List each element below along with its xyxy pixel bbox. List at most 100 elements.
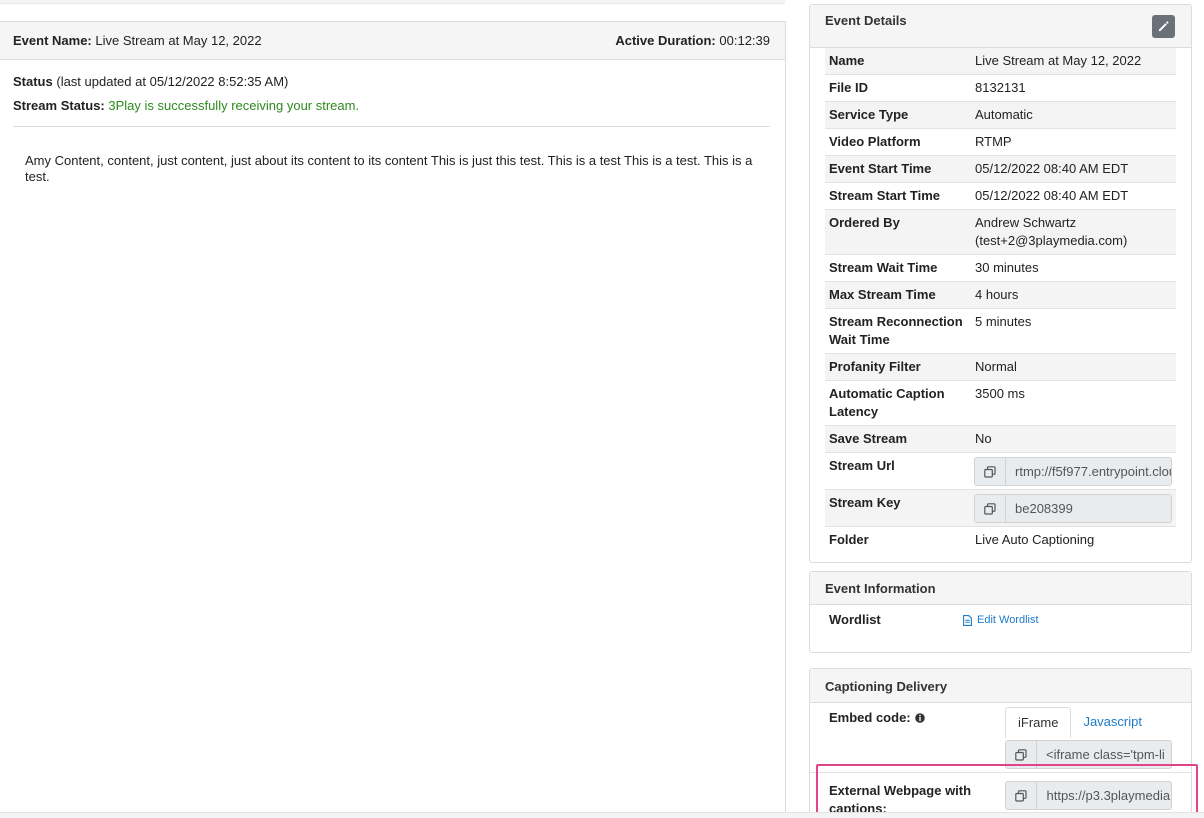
detail-row-profanity: Profanity Filter Normal	[825, 354, 1176, 381]
copy-stream-url-button[interactable]	[975, 458, 1006, 485]
stream-status-label: Stream Status:	[13, 98, 105, 113]
captioning-delivery-title: Captioning Delivery	[825, 679, 948, 694]
detail-value: Andrew Schwartz (test+2@3playmedia.com)	[975, 215, 1128, 248]
detail-row-service-type: Service Type Automatic	[825, 102, 1176, 129]
detail-row-video-platform: Video Platform RTMP	[825, 129, 1176, 156]
tab-iframe[interactable]: iFrame	[1005, 707, 1072, 738]
detail-key: Stream Wait Time	[829, 260, 938, 275]
external-webpage-field: https://p3.3playmedia	[1005, 781, 1172, 810]
detail-row-latency: Automatic Caption Latency 3500 ms	[825, 381, 1176, 426]
detail-row-max-stream: Max Stream Time 4 hours	[825, 282, 1176, 309]
edit-wordlist-link[interactable]: Edit Wordlist	[963, 611, 1039, 629]
event-details-table: Name Live Stream at May 12, 2022 File ID 8…	[810, 48, 1191, 553]
copy-external-url-button[interactable]	[1006, 782, 1038, 809]
copy-icon	[984, 502, 996, 515]
detail-value: Normal	[975, 359, 1017, 374]
detail-value: Automatic	[975, 107, 1033, 122]
status-updated: (last updated at 05/12/2022 8:52:35 AM)	[56, 74, 289, 89]
detail-key: Stream Key	[829, 495, 901, 510]
live-transcript: Amy Content, content, just content, just…	[25, 153, 753, 184]
edit-wordlist-label: Edit Wordlist	[977, 614, 1039, 626]
event-details-card: Event Details Name Live Stream at May 12,…	[809, 4, 1192, 563]
detail-value: 30 minutes	[975, 260, 1039, 275]
event-name-label: Event Name:	[13, 33, 92, 48]
detail-key: File ID	[829, 80, 869, 95]
embed-code-label: Embed code:	[829, 710, 911, 725]
detail-key: Stream Url	[829, 458, 895, 473]
detail-value: Live Stream at May 12, 2022	[975, 53, 1142, 68]
event-details-header: Event Details	[810, 5, 1191, 48]
stream-key-value[interactable]: be208399	[1006, 495, 1171, 522]
embed-code-value[interactable]: <iframe class='tpm-li	[1037, 741, 1171, 768]
copy-icon	[1015, 748, 1027, 761]
detail-value: 8132131	[975, 80, 1026, 95]
detail-key: Stream Start Time	[829, 188, 941, 203]
event-information-card: Event Information Wordlist Edit Wordlist	[809, 571, 1192, 653]
stream-url-field: rtmp://f5f977.entrypoint.cloudflare	[974, 457, 1172, 486]
detail-row-file-id: File ID 8132131	[825, 75, 1176, 102]
status-line: Status (last updated at 05/12/2022 8:52:…	[13, 74, 770, 89]
detail-value: 05/12/2022 08:40 AM EDT	[975, 188, 1129, 203]
detail-key: Name	[829, 53, 865, 68]
main-panel: Event Name: Live Stream at May 12, 2022 …	[0, 21, 786, 815]
copy-icon	[984, 465, 996, 478]
captioning-delivery-header: Captioning Delivery	[810, 669, 1191, 703]
embed-code-field: <iframe class='tpm-li	[1005, 740, 1172, 769]
pencil-icon	[1158, 21, 1169, 32]
detail-row-wait-time: Stream Wait Time 30 minutes	[825, 255, 1176, 282]
detail-key: Max Stream Time	[829, 287, 936, 302]
document-icon	[963, 614, 972, 626]
detail-key: Save Stream	[829, 431, 908, 446]
detail-row-stream-key: Stream Key be208399	[825, 490, 1176, 527]
top-border	[0, 0, 785, 4]
copy-stream-key-button[interactable]	[975, 495, 1006, 522]
event-information-header: Event Information	[810, 572, 1191, 605]
detail-row-folder: Folder Live Auto Captioning	[825, 527, 1176, 553]
copy-icon	[1015, 789, 1028, 802]
detail-row-ordered-by: Ordered By Andrew Schwartz (test+2@3playm…	[825, 210, 1176, 255]
detail-value: Live Auto Captioning	[975, 532, 1095, 547]
stream-key-field: be208399	[974, 494, 1172, 523]
event-information-title: Event Information	[825, 581, 936, 596]
event-header: Event Name: Live Stream at May 12, 2022 …	[0, 22, 785, 60]
detail-row-stream-start: Stream Start Time 05/12/2022 08:40 AM EDT	[825, 183, 1176, 210]
detail-row-stream-url: Stream Url rtmp://f5f977.entrypoint.clou…	[825, 453, 1176, 490]
detail-key: Video Platform	[829, 134, 921, 149]
detail-value: 5 minutes	[975, 314, 1032, 329]
captioning-delivery-card: Captioning Delivery Embed code: iFrame J…	[809, 668, 1192, 818]
tab-javascript[interactable]: Javascript	[1071, 707, 1154, 738]
detail-key: Folder	[829, 532, 869, 547]
detail-key: Automatic Caption Latency	[829, 386, 945, 419]
event-details-title: Event Details	[825, 13, 907, 28]
detail-key: Event Start Time	[829, 161, 932, 176]
copy-embed-button[interactable]	[1006, 741, 1037, 768]
detail-key: Stream Reconnection Wait Time	[829, 314, 963, 347]
status-label: Status	[13, 74, 53, 89]
stream-url-value[interactable]: rtmp://f5f977.entrypoint.cloudflare	[1006, 458, 1171, 485]
external-webpage-value[interactable]: https://p3.3playmedia	[1037, 782, 1171, 809]
embed-code-label-wrap: Embed code:	[829, 707, 1005, 727]
stream-status-value: 3Play is successfully receiving your str…	[108, 98, 360, 113]
event-name-value: Live Stream at May 12, 2022	[95, 33, 262, 48]
event-name: Event Name: Live Stream at May 12, 2022	[13, 33, 262, 48]
detail-value: No	[975, 431, 992, 446]
detail-key: Profanity Filter	[829, 359, 921, 374]
embed-tabs: iFrame Javascript	[1005, 707, 1172, 738]
detail-row-name: Name Live Stream at May 12, 2022	[825, 48, 1176, 75]
detail-value: 4 hours	[975, 287, 1019, 302]
detail-value: RTMP	[975, 134, 1012, 149]
detail-key: Service Type	[829, 107, 909, 122]
info-circle-icon[interactable]	[914, 713, 925, 723]
stream-status-line: Stream Status: 3Play is successfully rec…	[13, 98, 770, 113]
active-duration-value: 00:12:39	[719, 33, 770, 48]
detail-row-reconnection: Stream Reconnection Wait Time 5 minutes	[825, 309, 1176, 354]
wordlist-label: Wordlist	[829, 612, 881, 627]
detail-value: 3500 ms	[975, 386, 1025, 401]
detail-key: Ordered By	[829, 215, 900, 230]
detail-value: 05/12/2022 08:40 AM EDT	[975, 161, 1129, 176]
active-duration: Active Duration: 00:12:39	[615, 33, 770, 48]
active-duration-label: Active Duration:	[615, 33, 716, 48]
detail-row-save-stream: Save Stream No	[825, 426, 1176, 453]
detail-row-event-start: Event Start Time 05/12/2022 08:40 AM EDT	[825, 156, 1176, 183]
edit-event-button[interactable]	[1152, 15, 1175, 38]
